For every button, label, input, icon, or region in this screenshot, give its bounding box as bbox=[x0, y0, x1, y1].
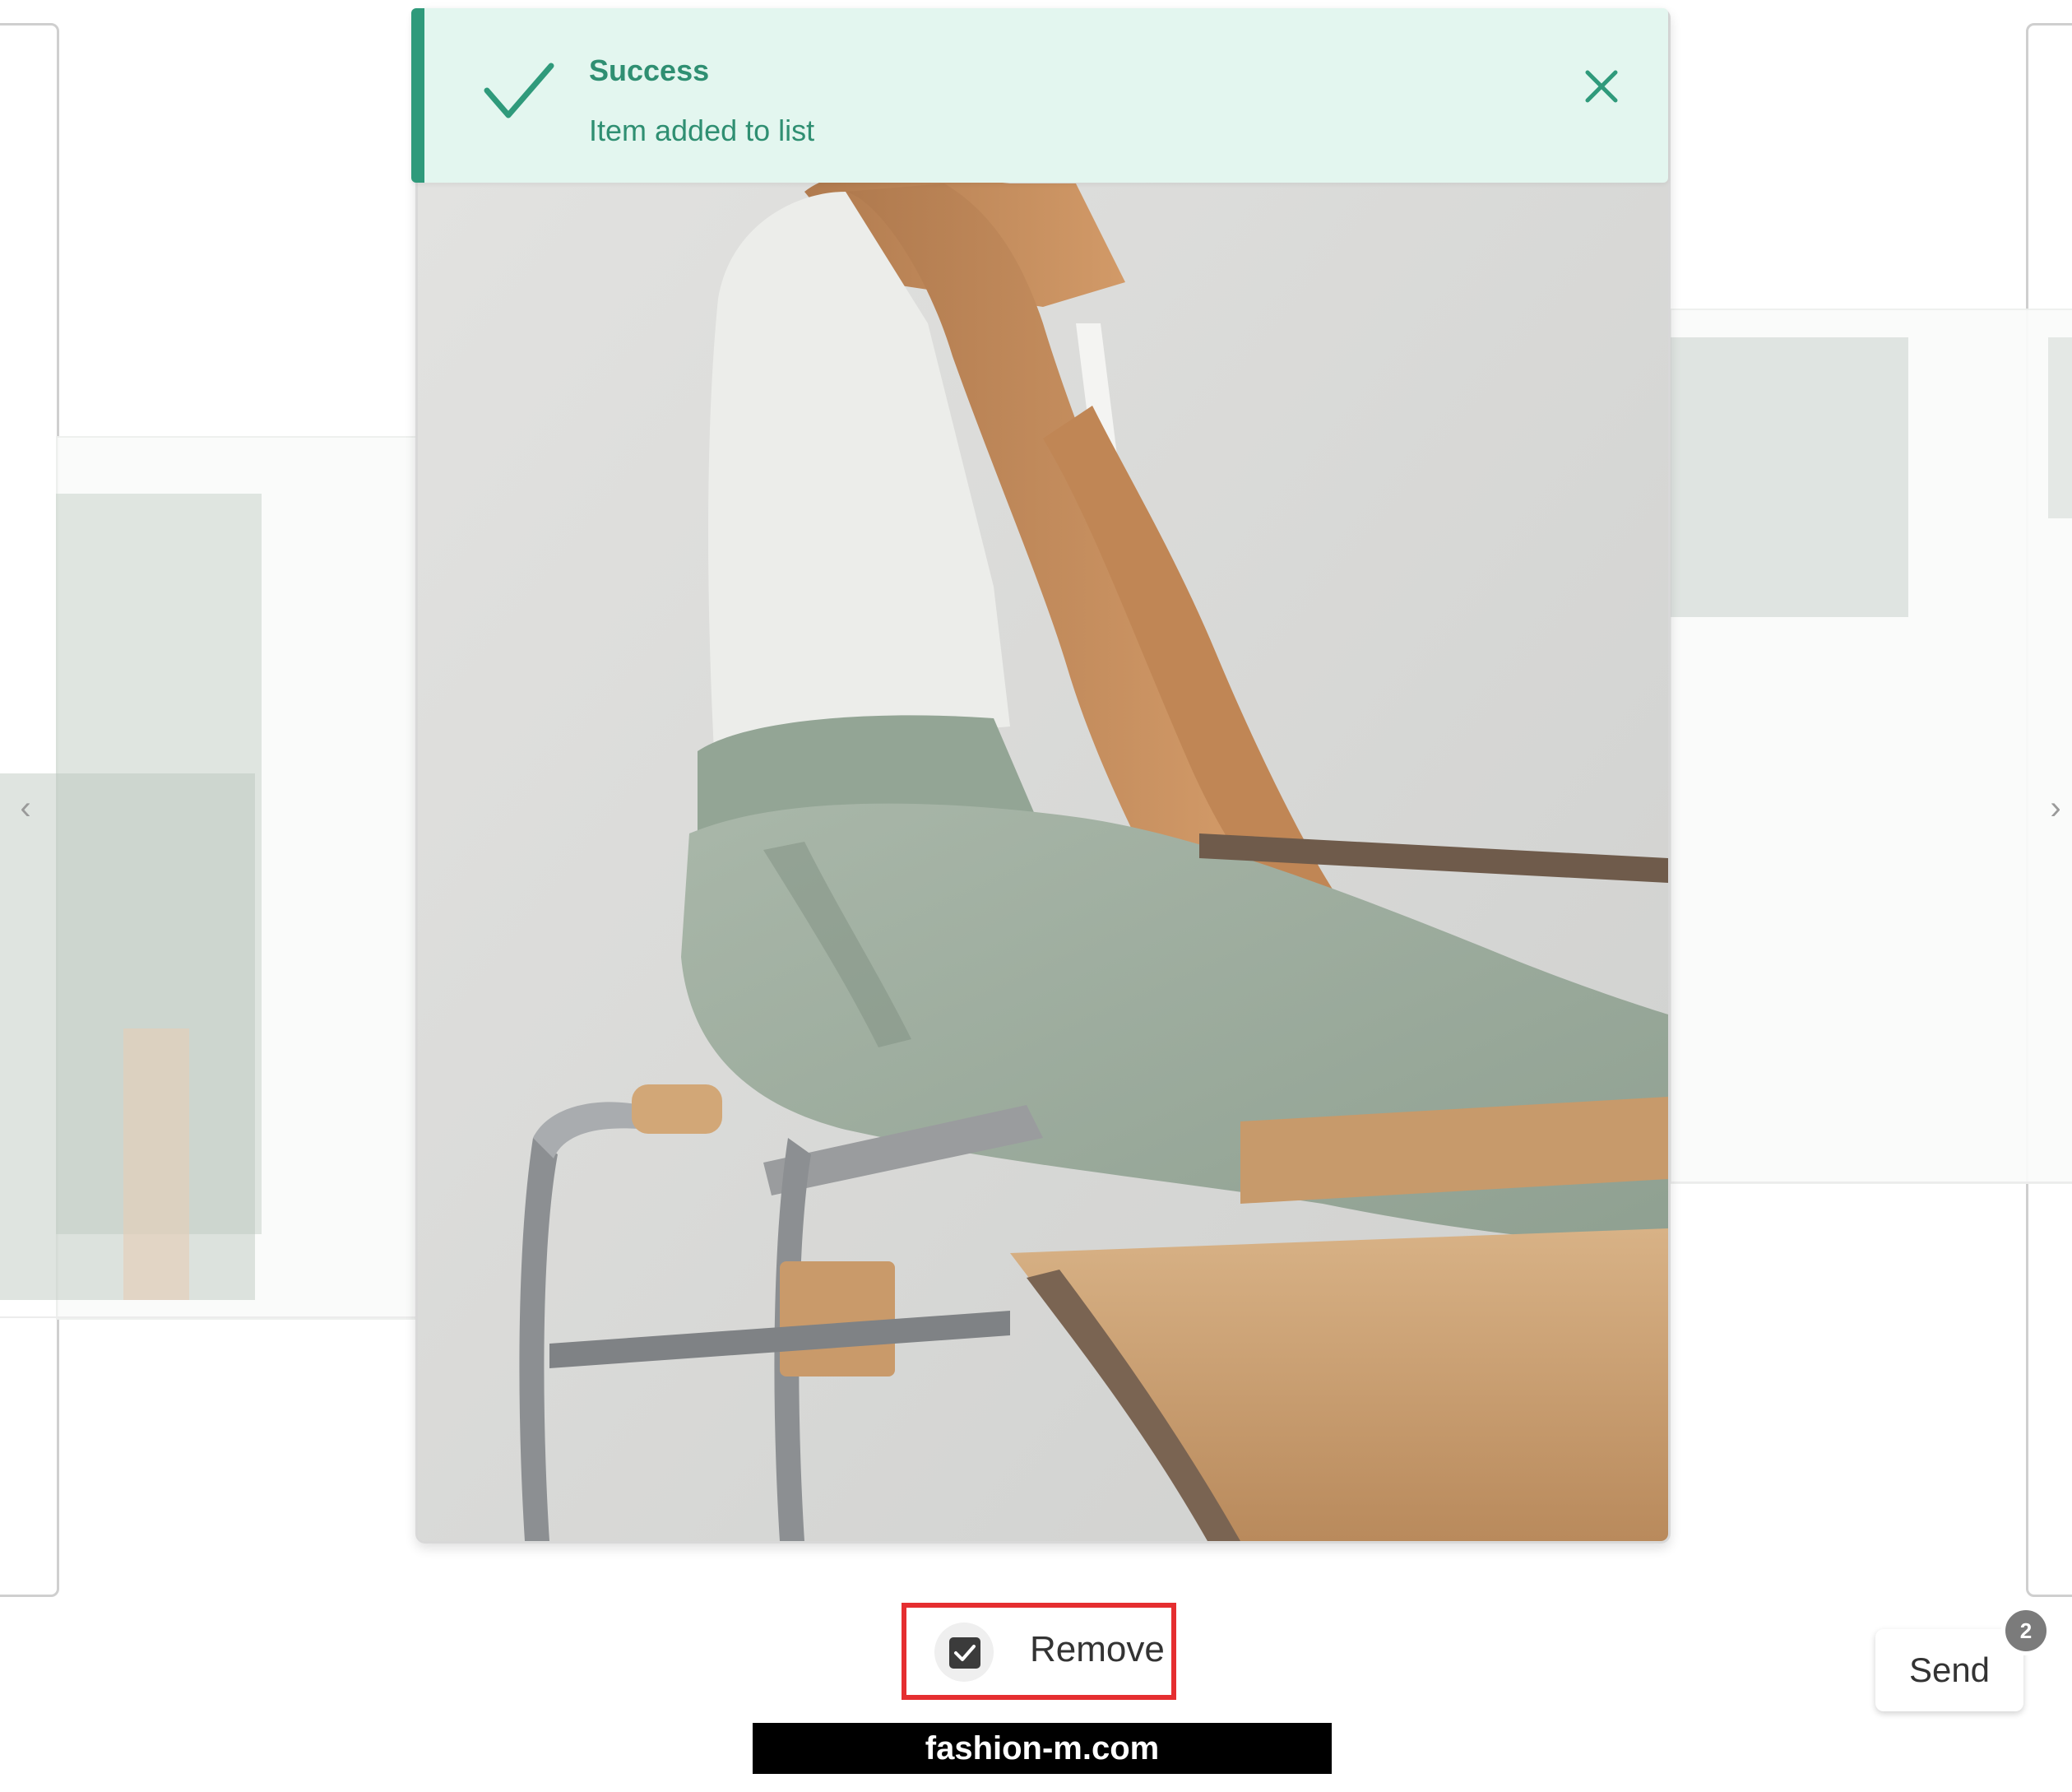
product-photo bbox=[418, 11, 1668, 1541]
previous-product-leg-image bbox=[123, 1028, 189, 1300]
remove-label: Remove bbox=[1030, 1629, 1165, 1669]
remove-toggle[interactable]: Remove bbox=[902, 1603, 1176, 1700]
carousel-prev-button[interactable]: ‹ bbox=[5, 792, 46, 824]
checkmark-icon bbox=[954, 1645, 976, 1661]
site-watermark: fashion-m.com bbox=[753, 1723, 1332, 1774]
next-product-edge-image bbox=[2048, 337, 2072, 518]
toast-title: Success bbox=[589, 53, 710, 87]
send-count-badge: 2 bbox=[2001, 1606, 2051, 1655]
remove-checkbox[interactable] bbox=[949, 1637, 980, 1669]
carousel-next-button[interactable]: › bbox=[2035, 792, 2072, 824]
send-button[interactable]: Send bbox=[1875, 1629, 2023, 1711]
success-toast: Success Item added to list bbox=[411, 8, 1668, 183]
send-label: Send bbox=[1908, 1650, 1991, 1689]
divider bbox=[1666, 1182, 2072, 1183]
checkbox-ripple bbox=[934, 1623, 994, 1682]
toast-message: Item added to list bbox=[589, 114, 815, 147]
check-icon bbox=[484, 63, 554, 118]
divider bbox=[0, 1316, 415, 1318]
product-image-card[interactable] bbox=[415, 8, 1671, 1544]
next-product-dress-image bbox=[1670, 337, 1908, 617]
close-icon[interactable] bbox=[1581, 66, 1622, 107]
